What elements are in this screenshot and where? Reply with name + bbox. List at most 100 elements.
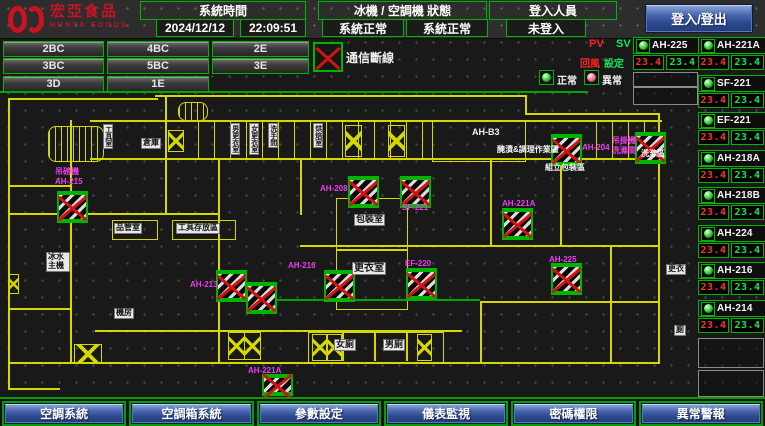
map-room-label: AH-B3: [472, 128, 500, 138]
floor-button-5bc[interactable]: 5BC: [107, 58, 209, 74]
floor-button-4bc[interactable]: 4BC: [107, 41, 209, 57]
map-room-label: 洗手間: [268, 123, 278, 148]
unit-card-ah-225[interactable]: AH-225: [633, 37, 700, 54]
unit-status-led-icon: [701, 264, 715, 278]
login-user-label: 登入人員: [489, 1, 617, 20]
floor-button-1e[interactable]: 1E: [107, 76, 209, 92]
unit-status-led-icon: [701, 152, 715, 166]
unit-values: 23.4 23.4: [698, 130, 764, 145]
meter-monitor-button[interactable]: 儀表監視: [386, 403, 506, 424]
unit-card-ah-218a[interactable]: AH-218A: [698, 150, 765, 167]
map-room-label: 洗滌區: [641, 150, 665, 159]
shaft-icon: [388, 125, 405, 157]
map-room-label: 醃漬&調理作業區: [497, 146, 559, 155]
floor-button-3d[interactable]: 3D: [3, 76, 104, 92]
comm-loss-unit-icon[interactable]: [551, 263, 582, 295]
comm-loss-unit-icon[interactable]: [57, 191, 88, 223]
unit-name: AH-214: [717, 303, 753, 314]
unit-card-ah-216[interactable]: AH-216: [698, 262, 765, 279]
empty-slot: [633, 87, 698, 105]
footer-frame: 參數設定: [257, 401, 381, 426]
login-logout-button[interactable]: 登入/登出: [645, 4, 753, 33]
empty-slot: [698, 338, 764, 368]
unit-card-sf-221[interactable]: SF-221: [698, 75, 765, 92]
unit-name: AH-218A: [717, 153, 760, 164]
map-room-label: 倉庫: [141, 138, 161, 149]
comm-loss-unit-icon[interactable]: [406, 268, 437, 300]
sv-value: 23.4: [666, 55, 699, 70]
normal-led-icon: [539, 70, 554, 85]
comm-loss-unit-icon[interactable]: [216, 270, 247, 302]
floor-button-2e[interactable]: 2E: [212, 41, 309, 57]
pv-value: 23.4: [698, 130, 729, 145]
floor-button-3e[interactable]: 3E: [212, 58, 309, 74]
ahu-system-button[interactable]: 空調箱系統: [131, 403, 251, 424]
sv-value: 23.4: [731, 55, 764, 70]
shaft-icon: [168, 130, 184, 152]
comm-loss-unit-icon[interactable]: [246, 282, 277, 314]
wall-segment: [218, 160, 220, 363]
map-unit-label: EF-220: [405, 259, 431, 268]
unit-card-ah-221a[interactable]: AH-221A: [698, 37, 765, 54]
map-unit-label: 吊磅機: [55, 167, 79, 176]
wall-segment: [560, 160, 562, 247]
unit-card-ah-224[interactable]: AH-224: [698, 225, 765, 242]
map-room-label: 更衣: [666, 264, 686, 275]
map-unit-label: 吊掛機: [612, 136, 636, 145]
shaft-icon: [74, 344, 102, 364]
map-room-label: 女更衣室: [249, 123, 259, 155]
comm-loss-unit-icon[interactable]: [502, 208, 533, 240]
map-room-label: 包裝室: [354, 214, 385, 226]
sv-legend-label: SV: [616, 38, 631, 50]
unit-name: AH-221A: [717, 40, 760, 51]
parameter-settings-button[interactable]: 參數設定: [259, 403, 379, 424]
hmi-screen: 宏亞食品 HUNYA FOODS 系統時間 2024/12/12 22:09:5…: [0, 0, 765, 426]
empty-slot: [633, 72, 698, 87]
map-room-label: 工具存放區: [176, 223, 220, 234]
sv-value: 23.4: [731, 243, 764, 258]
pv-value: 23.4: [698, 280, 729, 295]
map-unit-label: SF-221: [402, 203, 428, 212]
system-time-value: 22:09:51: [240, 19, 306, 37]
normal-legend-label: 正常: [557, 72, 577, 87]
unit-status-led-icon: [701, 227, 715, 241]
unit-name: SF-221: [717, 78, 751, 89]
abnormal-led-icon: [584, 70, 599, 85]
floor-button-2bc[interactable]: 2BC: [3, 41, 104, 57]
unit-card-ah-218b[interactable]: AH-218B: [698, 187, 765, 204]
pv-value: 23.4: [633, 55, 664, 70]
unit-status-led-icon: [636, 39, 650, 53]
comm-loss-unit-icon[interactable]: [635, 132, 666, 164]
unit-card-ef-221[interactable]: EF-221: [698, 112, 765, 129]
hunya-logo-icon: [8, 4, 46, 34]
stairs-icon: [178, 102, 208, 121]
map-unit-label: AH-221A: [502, 199, 535, 208]
wall-segment: [300, 160, 302, 215]
pv-value: 23.4: [698, 168, 729, 183]
login-status-value: 未登入: [506, 19, 586, 37]
map-unit-label: AH-208: [320, 184, 348, 193]
unit-values: 23.4 23.4: [698, 205, 764, 220]
abnormal-alarm-button[interactable]: 異常警報: [641, 403, 761, 424]
map-room-label: 機房: [114, 308, 134, 319]
map-unit-label: AH-213: [190, 280, 218, 289]
sv-value: 23.4: [731, 280, 764, 295]
comm-loss-unit-icon[interactable]: [262, 374, 293, 396]
footer-bar: 空調系統 空調箱系統 參數設定 儀表監視 密碼權限 異常警報: [0, 397, 765, 426]
comm-loss-unit-icon[interactable]: [348, 176, 379, 208]
wall-segment: [155, 95, 527, 97]
map-unit-label: AH-204: [582, 143, 610, 152]
unit-status-led-icon: [701, 189, 715, 203]
wall-segment: [300, 245, 660, 247]
ac-system-button[interactable]: 空調系統: [4, 403, 124, 424]
unit-values: 23.4 23.4: [698, 168, 764, 183]
unit-card-ah-214[interactable]: AH-214: [698, 300, 765, 317]
unit-values: 23.4 23.4: [698, 318, 764, 333]
footer-frame: 密碼權限: [511, 401, 635, 426]
password-permission-button[interactable]: 密碼權限: [513, 403, 633, 424]
unit-status-led-icon: [701, 39, 715, 53]
unit-status-led-icon: [701, 302, 715, 316]
comm-loss-unit-icon[interactable]: [324, 270, 355, 302]
floor-button-3bc[interactable]: 3BC: [3, 58, 104, 74]
header-bar: 宏亞食品 HUNYA FOODS 系統時間 2024/12/12 22:09:5…: [0, 0, 765, 39]
